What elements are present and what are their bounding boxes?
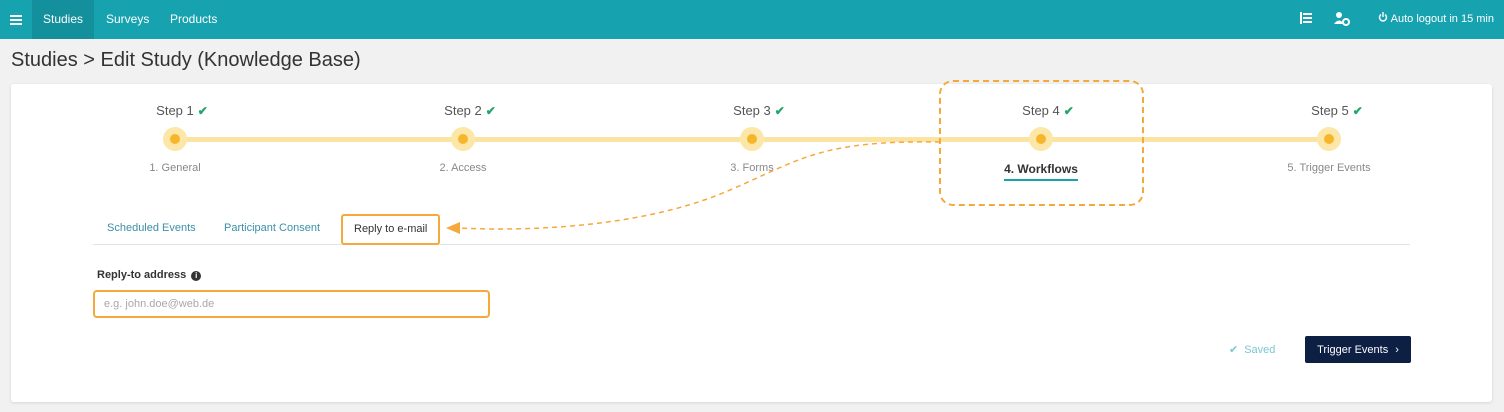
current-step-highlight [939, 80, 1144, 206]
auto-logout[interactable]: Auto logout in 15 min [1378, 0, 1494, 39]
step-2-title: Step 2 ✔ [444, 103, 496, 118]
reply-to-label: Reply-to address i [97, 269, 202, 281]
page-title: Studies > Edit Study (Knowledge Base) [11, 49, 361, 72]
step-5-label[interactable]: 5. Trigger Events [1249, 162, 1409, 174]
nav-products[interactable]: Products [159, 0, 228, 39]
check-icon: ✔ [485, 104, 496, 118]
check-icon: ✔ [197, 104, 208, 118]
nav-surveys[interactable]: Surveys [95, 0, 160, 39]
step-3-title: Step 3 ✔ [733, 103, 785, 118]
step-2-label[interactable]: 2. Access [383, 162, 543, 174]
reply-to-input[interactable] [93, 290, 490, 318]
check-icon: ✔ [1229, 344, 1239, 356]
trigger-events-label: Trigger Events [1317, 343, 1389, 356]
tabs-divider [93, 244, 1410, 245]
step-1-label[interactable]: 1. General [95, 162, 255, 174]
step-3-dot[interactable] [740, 127, 764, 151]
step-5-title: Step 5 ✔ [1311, 103, 1363, 118]
saved-status: ✔ Saved [1229, 343, 1276, 357]
trigger-events-button[interactable]: Trigger Events › [1305, 336, 1411, 363]
logout-text: Auto logout in 15 min [1390, 13, 1494, 25]
list-check-icon[interactable] [1298, 10, 1316, 28]
breadcrumb-current: Edit Study (Knowledge Base) [100, 49, 361, 71]
user-settings-icon[interactable] [1333, 10, 1351, 28]
saved-text: Saved [1244, 343, 1276, 356]
chevron-right-icon: › [1395, 343, 1399, 356]
check-icon: ✔ [1352, 104, 1363, 118]
info-icon[interactable]: i [191, 271, 202, 281]
step-1-dot[interactable] [163, 127, 187, 151]
step-2-dot[interactable] [451, 127, 475, 151]
nav-studies[interactable]: Studies [32, 0, 95, 39]
top-navbar: Studies Surveys Products Auto logout in … [0, 0, 1504, 39]
breadcrumb-separator: > [83, 49, 95, 71]
step-3-label[interactable]: 3. Forms [672, 162, 832, 174]
check-icon: ✔ [774, 104, 785, 118]
tab-participant-consent[interactable]: Participant Consent [224, 222, 320, 234]
step-1-title: Step 1 ✔ [156, 103, 208, 118]
step-5-dot[interactable] [1317, 127, 1341, 151]
reply-to-label-text: Reply-to address [97, 269, 187, 281]
tab-reply-to-email[interactable]: Reply to e-mail [341, 214, 441, 245]
breadcrumb-root[interactable]: Studies [11, 49, 78, 71]
tab-scheduled-events[interactable]: Scheduled Events [107, 222, 196, 234]
power-icon [1378, 0, 1388, 39]
hamburger-menu-icon[interactable] [0, 0, 32, 39]
